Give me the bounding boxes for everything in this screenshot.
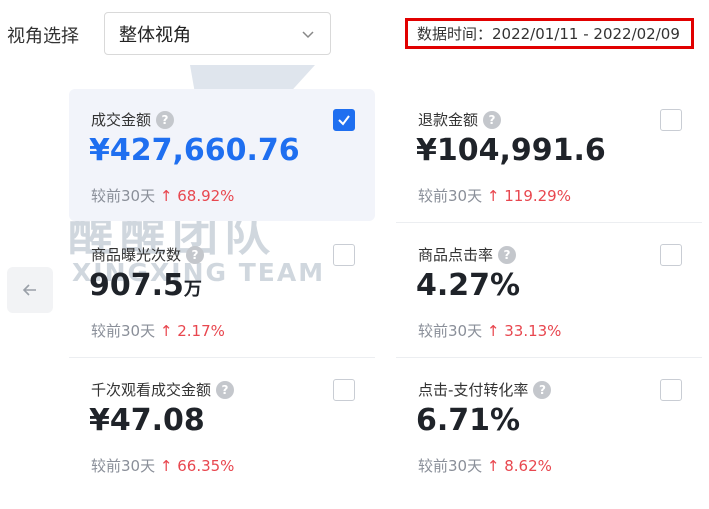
metric-card-gmv[interactable]: 成交金额 ? ¥427,660.76 较前30天 ↑ 68.92% [69,89,375,221]
metric-change: 66.35% [177,457,235,475]
metric-card-exposure[interactable]: 商品曝光次数 ? 907.5万 较前30天 ↑ 2.17% [69,224,375,356]
metric-title: 退款金额 [418,111,479,129]
metric-compare: 较前30天 ↑ 119.29% [418,187,571,205]
arrow-up-icon: ↑ [159,187,173,205]
check-icon [338,115,350,126]
help-icon[interactable]: ? [533,380,552,399]
metric-card-conversion[interactable]: 点击-支付转化率 ? 6.71% 较前30天 ↑ 8.62% [396,359,702,491]
arrow-up-icon: ↑ [486,457,500,475]
help-icon[interactable]: ? [186,245,205,264]
arrow-up-icon: ↑ [486,322,500,340]
help-icon[interactable]: ? [498,245,517,264]
view-select-label: 视角选择 [7,26,79,47]
metric-compare: 较前30天 ↑ 8.62% [418,457,552,475]
view-select-value: 整体视角 [119,24,191,46]
metric-title: 商品曝光次数 [91,246,182,264]
metric-title: 点击-支付转化率 [418,381,529,399]
help-icon[interactable]: ? [156,110,175,129]
help-icon[interactable]: ? [216,380,235,399]
metric-value: ¥104,991.6 [416,133,606,168]
metric-change: 119.29% [504,187,571,205]
metric-checkbox[interactable] [333,379,355,401]
arrow-left-icon [22,284,36,296]
metric-checkbox[interactable] [333,109,355,131]
divider [396,222,702,223]
metric-title: 千次观看成交金额 [91,381,212,399]
metric-card-ctr[interactable]: 商品点击率 ? 4.27% 较前30天 ↑ 33.13% [396,224,702,356]
metric-compare: 较前30天 ↑ 66.35% [91,457,235,475]
divider [396,357,702,358]
help-icon[interactable]: ? [483,110,502,129]
metric-value: 4.27% [416,268,521,303]
metric-card-gpm[interactable]: 千次观看成交金额 ? ¥47.08 较前30天 ↑ 66.35% [69,359,375,491]
back-button[interactable] [7,267,53,313]
metric-compare: 较前30天 ↑ 2.17% [91,322,225,340]
metric-value: 907.5万 [89,268,202,303]
arrow-up-icon: ↑ [159,322,173,340]
metric-value: ¥47.08 [89,403,205,438]
metric-checkbox[interactable] [660,109,682,131]
metric-change: 68.92% [177,187,235,205]
date-range: 数据时间：2022/01/11 - 2022/02/09 [405,18,694,49]
arrow-up-icon: ↑ [159,457,173,475]
metric-checkbox[interactable] [660,379,682,401]
metric-compare: 较前30天 ↑ 33.13% [418,322,562,340]
metric-value: 6.71% [416,403,521,438]
metric-change: 2.17% [177,322,225,340]
metric-value: ¥427,660.76 [89,133,300,168]
metric-checkbox[interactable] [333,244,355,266]
arrow-up-icon: ↑ [486,187,500,205]
metric-title: 商品点击率 [418,246,494,264]
metric-card-refund[interactable]: 退款金额 ? ¥104,991.6 较前30天 ↑ 119.29% [396,89,702,221]
metric-title: 成交金额 [91,111,152,129]
metric-change: 33.13% [504,322,562,340]
chevron-down-icon [302,30,314,38]
metric-checkbox[interactable] [660,244,682,266]
metric-change: 8.62% [504,457,552,475]
divider [69,357,375,358]
view-select[interactable]: 整体视角 [104,12,331,55]
metric-compare: 较前30天 ↑ 68.92% [91,187,235,205]
